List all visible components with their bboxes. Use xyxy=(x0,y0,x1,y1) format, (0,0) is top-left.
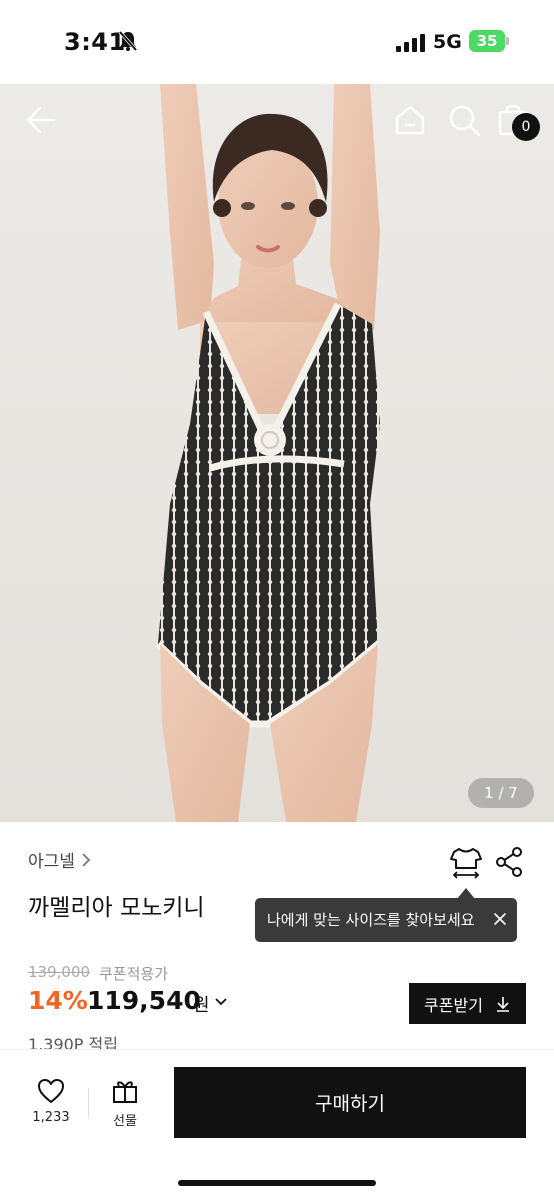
network-type: 5G xyxy=(433,31,462,53)
chevron-right-icon xyxy=(82,852,91,867)
coupon-price-note: 쿠폰적용가 xyxy=(99,965,169,983)
bell-muted-icon xyxy=(118,30,138,52)
currency-unit: 원 xyxy=(193,995,210,1016)
gift-icon xyxy=(113,1081,137,1103)
status-bar: 3:41 5G 35 xyxy=(0,0,554,84)
coupon-button-label: 쿠폰받기 xyxy=(424,995,483,1015)
brand-name: 아그넬 xyxy=(28,852,75,872)
share-icon[interactable] xyxy=(494,846,524,878)
download-icon xyxy=(496,996,509,1012)
tooltip-text: 나에게 맞는 사이즈를 찾아보세요 xyxy=(267,911,475,929)
product-name: 까멜리아 모노키니 xyxy=(28,895,205,921)
battery-level: 35 xyxy=(469,30,505,52)
divider xyxy=(88,1088,89,1118)
signal-icon xyxy=(396,34,425,52)
discount-rate: 14% xyxy=(28,986,88,1015)
coupon-download-button[interactable]: 쿠폰받기 xyxy=(409,983,526,1024)
reward-points: 1,390P 적립 xyxy=(28,1035,118,1049)
gift-button[interactable]: 선물 xyxy=(100,1078,150,1132)
like-button[interactable]: 1,233 xyxy=(26,1078,76,1132)
product-photo xyxy=(155,84,381,822)
back-arrow-icon[interactable] xyxy=(24,102,60,138)
sale-price: 119,540 xyxy=(87,986,201,1015)
buy-button[interactable]: 구매하기 xyxy=(174,1067,526,1138)
like-count: 1,233 xyxy=(32,1110,70,1125)
size-guide-icon[interactable] xyxy=(448,846,484,880)
brand-link[interactable]: 아그넬 xyxy=(28,847,91,872)
status-time: 3:41 xyxy=(64,28,126,56)
product-image-gallery[interactable]: 0 1 / 7 xyxy=(0,84,554,822)
original-price: 139,000 xyxy=(28,963,91,981)
home-indicator xyxy=(178,1180,376,1186)
image-counter: 1 / 7 xyxy=(468,778,534,808)
chevron-down-icon[interactable] xyxy=(214,996,228,1008)
home-icon[interactable] xyxy=(392,102,428,138)
heart-icon xyxy=(38,1079,64,1103)
battery-icon: 35 xyxy=(469,30,509,52)
cart-count-badge: 0 xyxy=(512,113,540,141)
gift-label: 선물 xyxy=(113,1114,137,1129)
size-tooltip: 나에게 맞는 사이즈를 찾아보세요 xyxy=(255,898,517,942)
search-icon[interactable] xyxy=(446,102,482,138)
close-icon[interactable] xyxy=(493,912,507,926)
